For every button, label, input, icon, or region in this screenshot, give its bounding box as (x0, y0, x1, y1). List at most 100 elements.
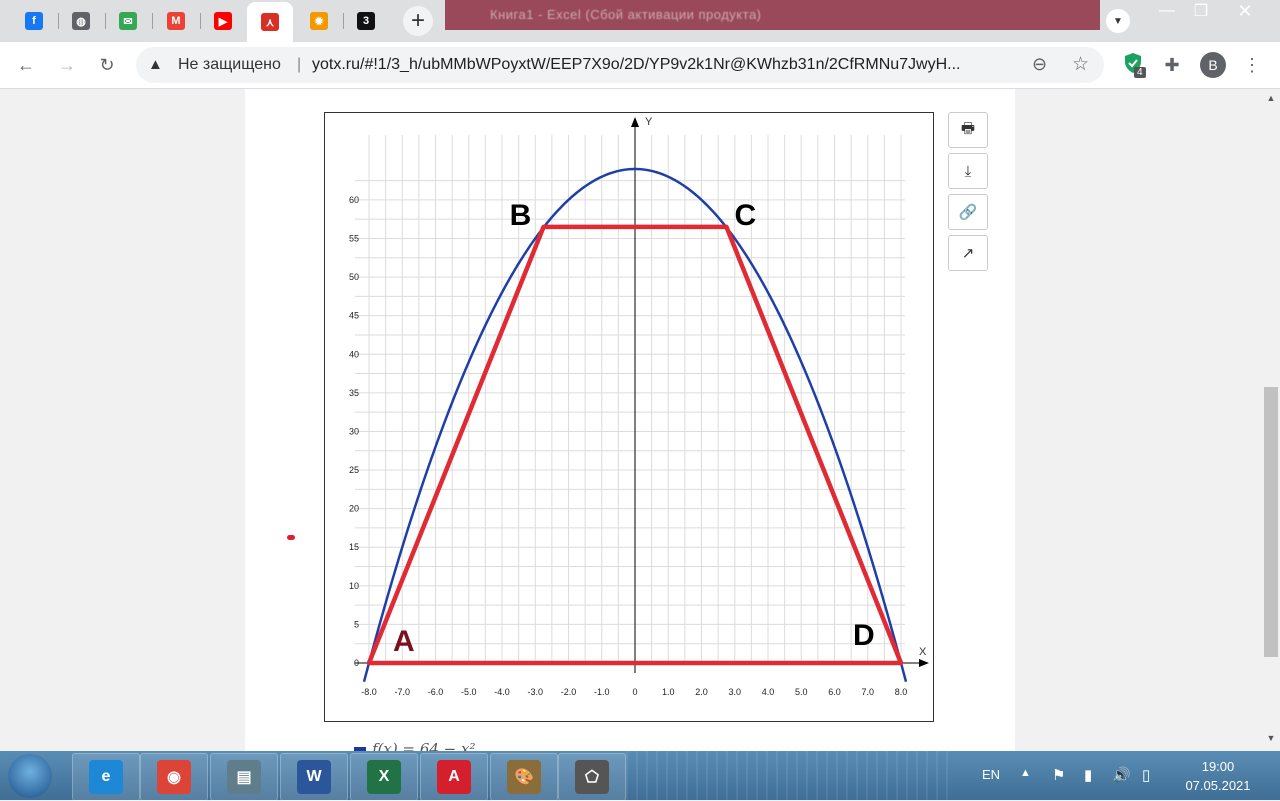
word-icon: W (297, 760, 331, 794)
browser-tab[interactable]: 3 (343, 4, 389, 38)
browser-tab[interactable]: ⋏ (247, 2, 293, 42)
language-indicator[interactable]: EN (982, 767, 1000, 782)
function-caption: f(x) = 64 − x² (372, 740, 476, 751)
y-axis-arrow (631, 117, 639, 127)
network-signal-icon[interactable]: ▮ (1084, 766, 1092, 784)
computer-task[interactable]: ▤ (210, 753, 278, 801)
forward-arrow-icon[interactable]: → (55, 53, 79, 77)
youtube-icon: ▶ (214, 12, 232, 30)
ie-icon: e (89, 760, 123, 794)
y-tick-label: 5 (354, 619, 359, 629)
x-tick-label: -3.0 (527, 687, 543, 697)
excel-task[interactable]: X (350, 753, 418, 801)
vertex-label-b: B (510, 199, 532, 232)
chrome-task[interactable]: ◉ (140, 753, 208, 801)
y-tick-label: 40 (349, 349, 359, 359)
scroll-down-arrow-icon[interactable]: ▼ (1262, 733, 1280, 747)
excel-icon: X (367, 760, 401, 794)
back-arrow-icon[interactable]: ← (14, 53, 38, 77)
restore-button[interactable]: ❐ (1184, 0, 1218, 22)
tab-strip: Книга1 - Excel (Сбой активации продукта)… (0, 0, 1280, 42)
menu-dots-icon[interactable]: ⋮ (1240, 53, 1264, 77)
zoom-out-icon[interactable]: ⊖ (1032, 54, 1047, 75)
computer-icon: ▤ (227, 760, 261, 794)
browser-tab[interactable]: M (153, 4, 199, 38)
reload-icon[interactable]: ↻ (95, 53, 119, 77)
print-button[interactable]: 🖶 (948, 112, 988, 148)
flag-icon[interactable]: ⚑ (1052, 766, 1065, 784)
bookmark-star-icon[interactable]: ☆ (1072, 53, 1089, 76)
ie-task[interactable]: e (72, 753, 140, 801)
y-tick-label: 0 (354, 658, 359, 668)
x-tick-label: 7.0 (861, 687, 874, 697)
y-tick-label: 30 (349, 426, 359, 436)
y-tick-label: 45 (349, 311, 359, 321)
browser-tab[interactable]: ✹ (296, 4, 342, 38)
clock-time[interactable]: 19:00 (1196, 759, 1240, 774)
start-button[interactable] (8, 754, 52, 798)
paint-icon: 🎨 (507, 760, 541, 794)
background-window-title: Книга1 - Excel (Сбой активации продукта) (490, 7, 762, 22)
security-label[interactable]: Не защищено (178, 56, 281, 74)
tab-search-button[interactable]: ▼ (1106, 9, 1130, 33)
extensions-puzzle-icon[interactable]: ✚ (1160, 53, 1184, 77)
chrome-icon: ◉ (157, 760, 191, 794)
profile-avatar[interactable]: B (1200, 52, 1226, 78)
browser-tab[interactable]: ▶ (200, 4, 246, 38)
pdf-task[interactable]: A (420, 753, 488, 801)
mail-envelope-icon: ✉ (119, 12, 137, 30)
y-tick-label: 35 (349, 388, 359, 398)
y-tick-label: 25 (349, 465, 359, 475)
y-tick-label: 50 (349, 272, 359, 282)
x-tick-label: -4.0 (494, 687, 510, 697)
x-tick-label: 5.0 (795, 687, 808, 697)
geogebra-task[interactable]: ⬠ (558, 753, 626, 801)
facebook-icon: f (25, 12, 43, 30)
y-tick-label: 20 (349, 504, 359, 514)
gmail-icon: M (167, 12, 185, 30)
volume-icon[interactable]: 🔊 (1112, 766, 1131, 784)
battery-icon[interactable]: ▯ (1142, 766, 1150, 784)
url-text[interactable]: yotx.ru/#!1/3_h/ubMMbWPoyxtW/EEP7X9o/2D/… (312, 56, 1012, 74)
taskbar-background-thumbnail (626, 751, 956, 800)
address-separator: | (297, 56, 302, 73)
y-tick-label: 15 (349, 542, 359, 552)
y-tick-label: 10 (349, 581, 359, 591)
close-window-button[interactable]: ✕ (1228, 0, 1262, 22)
browser-tab[interactable]: ✉ (105, 4, 151, 38)
show-hidden-icons-arrow-icon[interactable]: ▲ (1020, 767, 1031, 779)
new-tab-button[interactable]: + (403, 6, 433, 36)
address-bar[interactable]: ▲ Не защищено | yotx.ru/#!1/3_h/ubMMbWPo… (136, 47, 1104, 83)
page-scrollbar[interactable]: ▲ ▼ (1262, 89, 1280, 751)
paint-task[interactable]: 🎨 (490, 753, 558, 801)
vertex-label-d: D (853, 619, 875, 652)
download-button[interactable]: ⤓ (948, 153, 988, 189)
graph-panel: X Y -8.0 -7.0 -6.0 -5.0 -4.0 -3.0 -2.0 -1.0 0 1.0 2.… (324, 112, 934, 722)
browser-tab[interactable]: ◍ (58, 4, 104, 38)
scroll-up-arrow-icon[interactable]: ▲ (1262, 93, 1280, 107)
function-graph: X Y -8.0 -7.0 -6.0 -5.0 -4.0 -3.0 -2.0 -1.0 0 1.0 2.… (349, 116, 929, 697)
x-tick-label: 2.0 (695, 687, 708, 697)
browser-tab[interactable]: f (11, 4, 57, 38)
three-icon: 3 (357, 12, 375, 30)
x-tick-label: -7.0 (394, 687, 410, 697)
geogebra-icon: ⬠ (575, 760, 609, 794)
x-axis-arrow (919, 659, 929, 667)
minimize-button[interactable]: — (1150, 0, 1184, 22)
share-button[interactable]: ↗ (948, 235, 988, 271)
link-button[interactable]: 🔗 (948, 194, 988, 230)
x-tick-label: 6.0 (828, 687, 841, 697)
y-tick-label: 60 (349, 195, 359, 205)
scroll-thumb[interactable] (1264, 387, 1278, 657)
warning-icon[interactable]: ▲ (148, 56, 163, 73)
x-tick-label: 1.0 (662, 687, 675, 697)
x-tick-label: -5.0 (461, 687, 477, 697)
y-axis-label: Y (645, 116, 653, 128)
x-tick-label: -8.0 (361, 687, 377, 697)
clock-date[interactable]: 07.05.2021 (1180, 778, 1256, 793)
x-axis-label: X (919, 646, 927, 658)
y-tick-label: 55 (349, 233, 359, 243)
x-tick-label: 8.0 (895, 687, 908, 697)
word-task[interactable]: W (280, 753, 348, 801)
x-tick-label: -1.0 (594, 687, 610, 697)
